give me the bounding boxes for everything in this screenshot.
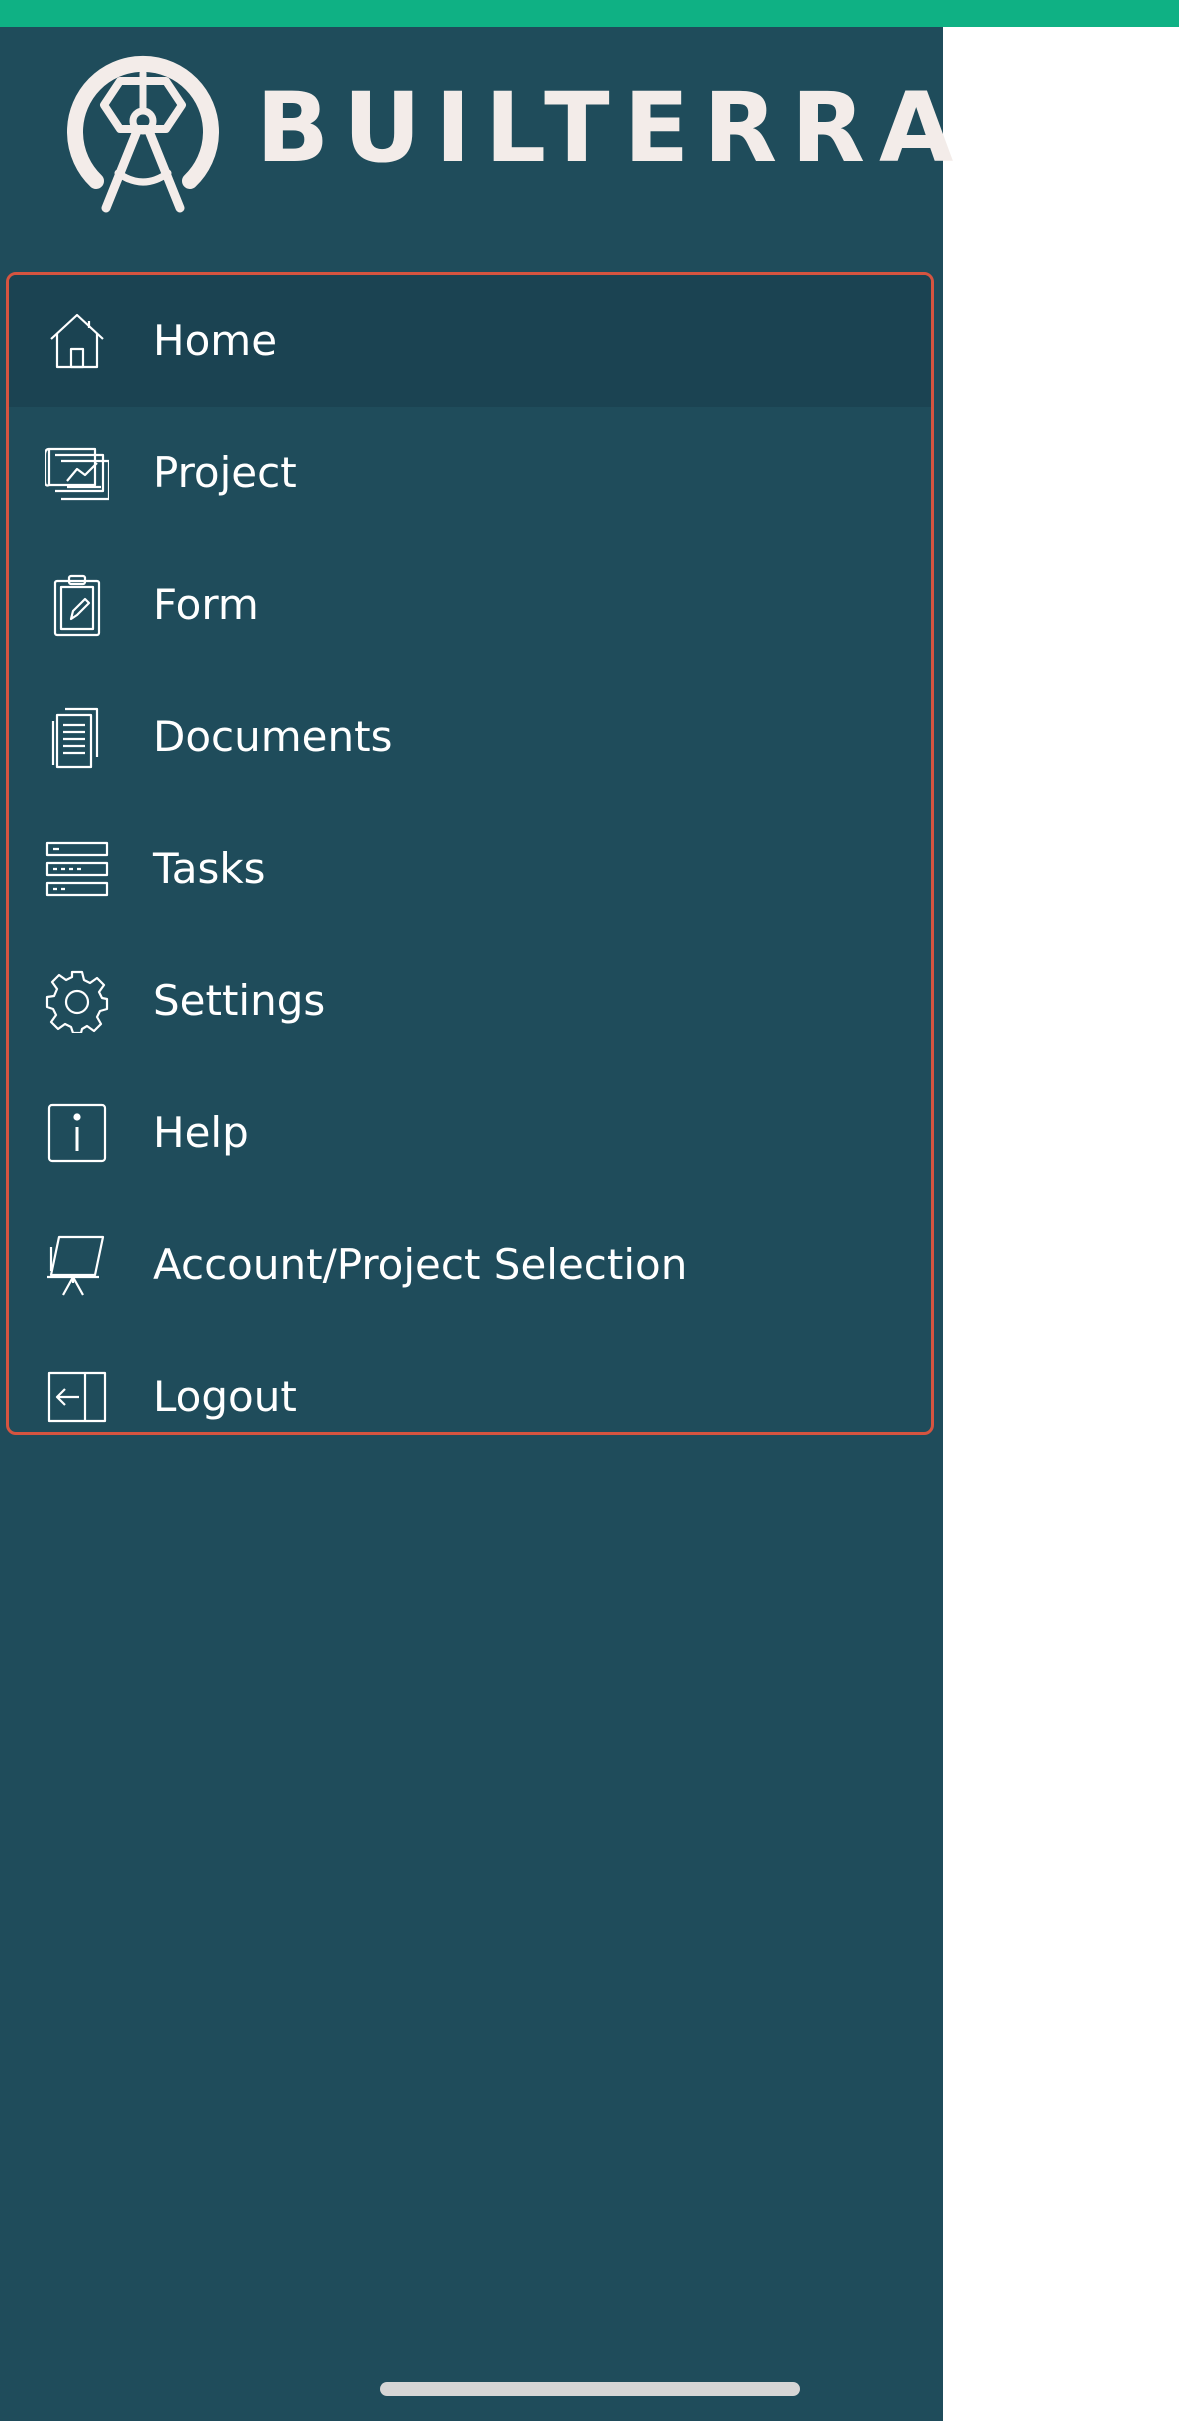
menu-item-label: Logout [153, 1372, 297, 1421]
menu-item-label: Settings [153, 976, 326, 1025]
menu-item-documents[interactable]: Documents [9, 671, 931, 803]
menu-item-form[interactable]: Form [9, 539, 931, 671]
menu-item-logout[interactable]: Logout [9, 1331, 931, 1432]
menu-item-home[interactable]: Home [9, 275, 931, 407]
menu-item-settings[interactable]: Settings [9, 935, 931, 1067]
clipboard-icon [45, 573, 109, 637]
easel-icon [45, 1233, 109, 1297]
menu-item-label: Tasks [153, 844, 266, 893]
logout-icon [45, 1365, 109, 1429]
builterra-logo-icon [67, 55, 219, 213]
menu-item-label: Project [153, 448, 297, 497]
gear-icon [45, 969, 109, 1033]
tasks-icon [45, 837, 109, 901]
menu-item-help[interactable]: Help [9, 1067, 931, 1199]
menu-item-label: Help [153, 1108, 249, 1157]
menu-item-account-project-selection[interactable]: Account/Project Selection [9, 1199, 931, 1331]
brand-name: BUILTERRA [256, 72, 968, 184]
blueprint-icon [45, 441, 109, 505]
menu-item-tasks[interactable]: Tasks [9, 803, 931, 935]
home-icon [45, 309, 109, 373]
menu-item-label: Form [153, 580, 259, 629]
brand-logo: BUILTERRA [58, 43, 953, 213]
status-bar [0, 0, 1179, 27]
navigation-menu: Home Project Form Documents Tasks Settin… [6, 272, 934, 1435]
menu-item-label: Home [153, 316, 278, 365]
menu-item-label: Account/Project Selection [153, 1240, 688, 1289]
home-indicator[interactable] [380, 2382, 800, 2396]
navigation-drawer: BUILTERRA Home Project Form Documents Ta… [0, 27, 953, 2421]
menu-item-label: Documents [153, 712, 393, 761]
info-icon [45, 1101, 109, 1165]
documents-icon [45, 705, 109, 769]
menu-item-project[interactable]: Project [9, 407, 931, 539]
